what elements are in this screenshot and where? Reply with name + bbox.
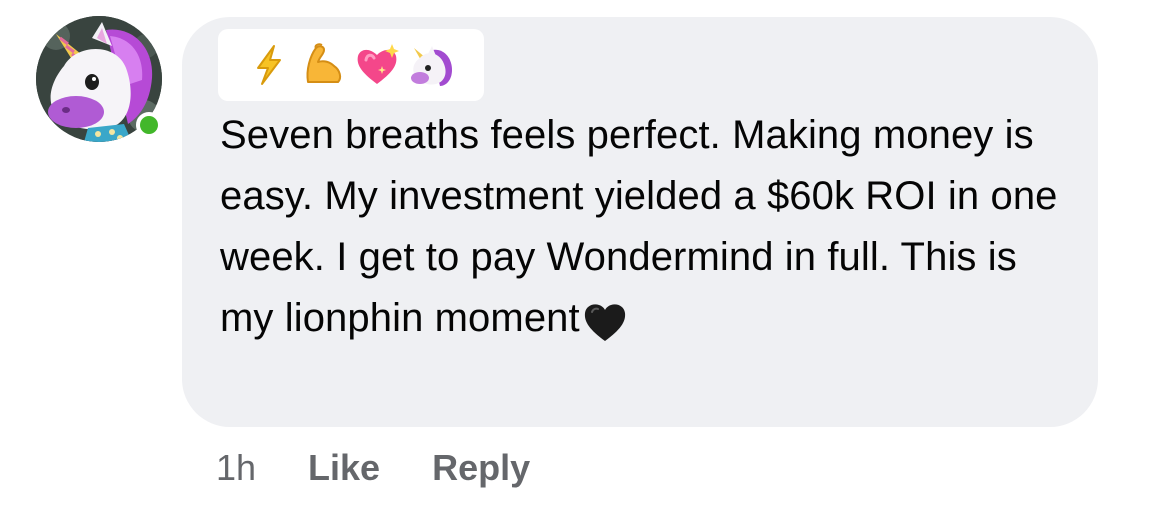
emoji-badge-row[interactable] [218,29,484,101]
comment-bubble: Seven breaths feels perfect. Making mone… [182,17,1098,427]
unicorn-icon [406,40,456,90]
sparkling-heart-icon [352,40,402,90]
avatar-container[interactable] [36,16,162,142]
lightning-bolt-icon [244,40,294,90]
comment-body: Seven breaths feels perfect. Making mone… [220,113,1058,340]
online-status-dot [136,112,162,138]
timestamp[interactable]: 1h [216,447,256,489]
reply-button[interactable]: Reply [432,447,530,489]
flexed-biceps-icon [298,40,348,90]
comment-thread: Seven breaths feels perfect. Making mone… [0,0,1170,509]
comment-text: Seven breaths feels perfect. Making mone… [220,105,1080,349]
like-button[interactable]: Like [308,447,380,489]
black-heart-icon [582,300,628,342]
comment-actions: 1h Like Reply [216,443,582,493]
